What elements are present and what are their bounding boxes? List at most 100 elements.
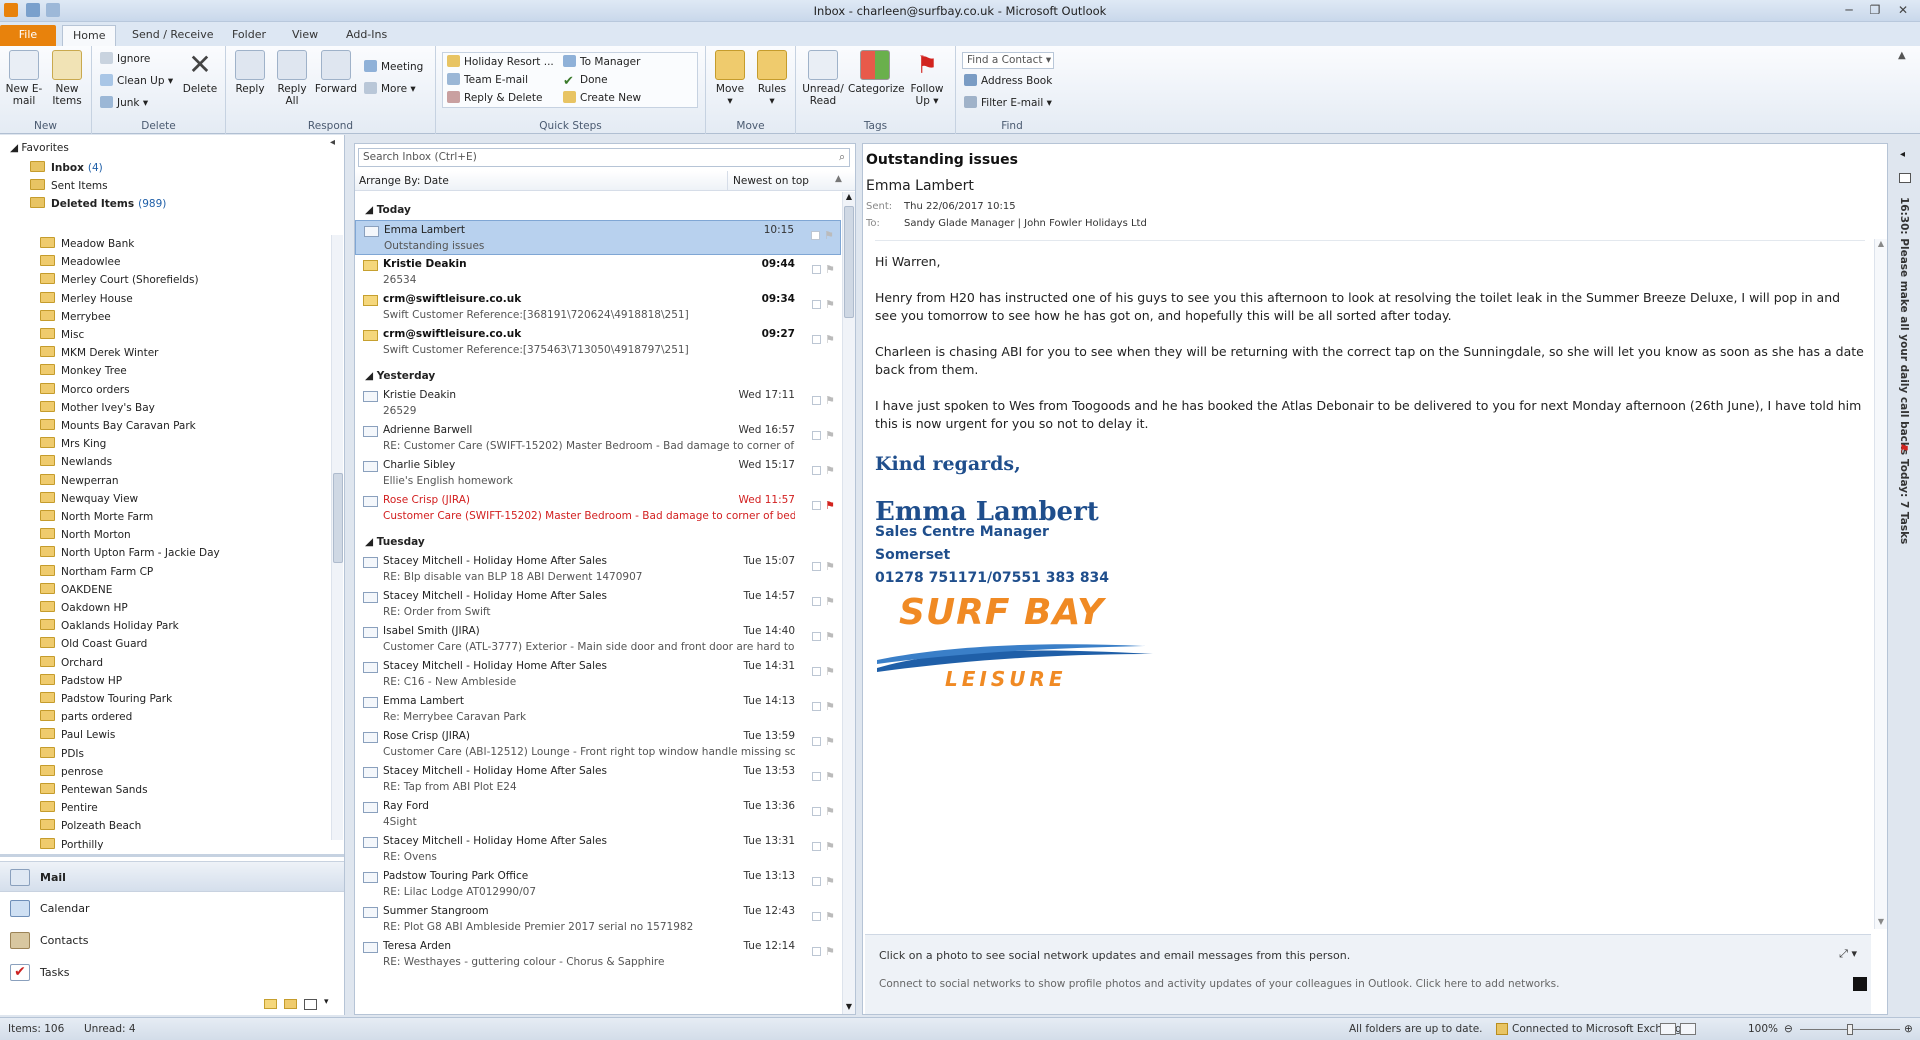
folder-item[interactable]: Newquay View [40,490,138,508]
nav-calendar[interactable]: Calendar [0,893,344,924]
folder-item[interactable]: Mrs King [40,435,106,453]
nav-tasks[interactable]: ✔ Tasks [0,957,344,988]
flag-outline-icon[interactable]: ⚑ [825,264,836,275]
flag-outline-icon[interactable]: ⚑ [825,876,836,887]
clean-up-button[interactable]: Clean Up ▾ [100,72,173,90]
category-box[interactable] [812,431,821,440]
group-header[interactable]: ◢ Today [365,204,411,216]
category-box[interactable] [812,300,821,309]
folder-item[interactable]: Old Coast Guard [40,635,147,653]
flag-outline-icon[interactable]: ⚑ [825,334,836,345]
folder-item[interactable]: OAKDENE [40,581,112,599]
list-scrollbar-thumb[interactable] [844,206,854,318]
qs-to-manager[interactable]: To Manager [563,53,640,71]
filter-email-button[interactable]: Filter E-mail ▾ [964,94,1052,112]
message-row[interactable]: Stacey Mitchell - Holiday Home After Sal… [355,762,841,797]
scroll-up-arrow[interactable]: ▲ [843,192,855,204]
flag-outline-icon[interactable]: ⚑ [825,299,836,310]
folder-item[interactable]: Mother Ivey's Bay [40,399,155,417]
folder-item[interactable]: Orchard [40,654,103,672]
follow-up-button[interactable]: ⚑ Follow Up ▾ [904,50,950,107]
flag-outline-icon[interactable]: ⚑ [825,806,836,817]
folder-item[interactable]: North Upton Farm - Jackie Day [40,544,220,562]
categorize-button[interactable]: Categorize [848,50,905,95]
search-inbox-input[interactable]: Search Inbox (Ctrl+E) ⌕ [358,148,850,167]
message-row[interactable]: Padstow Touring Park Office RE: Lilac Lod… [355,867,841,902]
message-row[interactable]: crm@swiftleisure.co.uk Swift Customer Ref… [355,325,841,360]
minimize-button[interactable]: ─ [1836,1,1862,19]
category-box[interactable] [812,466,821,475]
zoom-level[interactable]: 100% [1748,1023,1778,1035]
group-header[interactable]: ◢ Yesterday [365,370,435,382]
qs-done[interactable]: ✔ Done [563,71,608,89]
reading-scroll-down[interactable]: ▼ [1875,917,1887,929]
tab-send-receive[interactable]: Send / Receive [122,25,223,46]
category-box[interactable] [812,265,821,274]
folder-item[interactable]: Northam Farm CP [40,563,153,581]
collapse-group-icon[interactable]: ◢ [365,370,377,382]
expand-todo-icon[interactable]: ◂ [1900,149,1905,160]
people-pane-expand-icon[interactable]: ⤢ ▾ [1839,947,1857,961]
address-book-button[interactable]: Address Book [964,72,1052,90]
category-box[interactable] [812,335,821,344]
notes-shortcut-icon[interactable] [264,999,277,1009]
nav-mail[interactable]: Mail [0,861,344,892]
message-row[interactable]: Rose Crisp (JIRA) Customer Care (ABI-1251… [355,727,841,762]
folder-item[interactable]: MKM Derek Winter [40,344,158,362]
junk-button[interactable]: Junk ▾ [100,94,148,112]
message-row[interactable]: Isabel Smith (JIRA) Customer Care (ATL-37… [355,622,841,657]
message-row[interactable]: Emma Lambert Re: Merrybee Caravan Park Tue… [355,692,841,727]
category-box[interactable] [812,947,821,956]
message-row[interactable]: Stacey Mitchell - Holiday Home After Sal… [355,657,841,692]
category-box[interactable] [812,737,821,746]
category-box[interactable] [812,396,821,405]
group-header[interactable]: ◢ Tuesday [365,536,425,548]
folder-item[interactable]: Monkey Tree [40,362,127,380]
collapse-nav-icon[interactable]: ◂ [330,137,335,148]
add-networks-link[interactable]: Connect to social networks to show profi… [879,978,1559,990]
flag-outline-icon[interactable]: ⚑ [825,596,836,607]
rules-button[interactable]: Rules ▾ [752,50,792,107]
tab-folder[interactable]: Folder [222,25,276,46]
flag-outline-icon[interactable]: ⚑ [825,561,836,572]
flag-outline-icon[interactable]: ⚑ [825,631,836,642]
category-box[interactable] [812,632,821,641]
move-button[interactable]: Move ▾ [710,50,750,107]
category-box[interactable] [812,772,821,781]
folder-item[interactable]: Padstow HP [40,672,122,690]
folder-item[interactable]: North Morton [40,526,131,544]
folder-item[interactable]: North Morte Farm [40,508,153,526]
message-row[interactable]: Adrienne Barwell RE: Customer Care (SWIFT… [355,421,841,456]
red-flag-icon[interactable]: ⚑ [825,500,836,511]
flag-outline-icon[interactable]: ⚑ [825,430,836,441]
scrollbar-thumb[interactable] [333,473,343,563]
folder-item[interactable]: Meadowlee [40,253,120,271]
message-row[interactable]: Charlie Sibley Ellie's English homework We… [355,456,841,491]
arrange-by-button[interactable]: Arrange By: Date [359,175,449,187]
tab-file[interactable]: File [0,25,56,46]
collapse-group-icon[interactable]: ◢ [365,536,377,548]
folder-item[interactable]: Morco orders [40,381,130,399]
ignore-button[interactable]: Ignore [100,50,150,68]
meeting-button[interactable]: Meeting [364,58,423,76]
folder-list-shortcut-icon[interactable] [284,999,297,1009]
forward-button[interactable]: Forward [314,50,358,95]
category-box[interactable] [812,597,821,606]
folder-item[interactable]: Merley Court (Shorefields) [40,271,199,289]
shortcuts-icon[interactable] [304,999,317,1010]
new-items-button[interactable]: New Items [46,50,88,107]
collapse-group-icon[interactable]: ◢ [365,204,377,216]
flag-outline-icon[interactable]: ⚑ [825,911,836,922]
find-contact-input[interactable]: Find a Contact ▾ [962,52,1054,69]
nav-contacts[interactable]: Contacts [0,925,344,956]
folder-item[interactable]: Merley House [40,290,133,308]
new-email-button[interactable]: New E-mail [4,50,44,107]
close-button[interactable]: ✕ [1888,1,1918,19]
ribbon-collapse-icon[interactable]: ▲ [1898,50,1906,61]
todo-tasks[interactable]: Today: 7 Tasks [1898,459,1910,544]
message-row[interactable]: Rose Crisp (JIRA) Customer Care (SWIFT-15… [355,491,841,526]
folder-item[interactable]: Newperran [40,472,119,490]
zoom-slider-thumb[interactable] [1847,1024,1853,1035]
folder-scrollbar[interactable] [331,235,343,840]
folder-item[interactable]: Oaklands Holiday Park [40,617,179,635]
